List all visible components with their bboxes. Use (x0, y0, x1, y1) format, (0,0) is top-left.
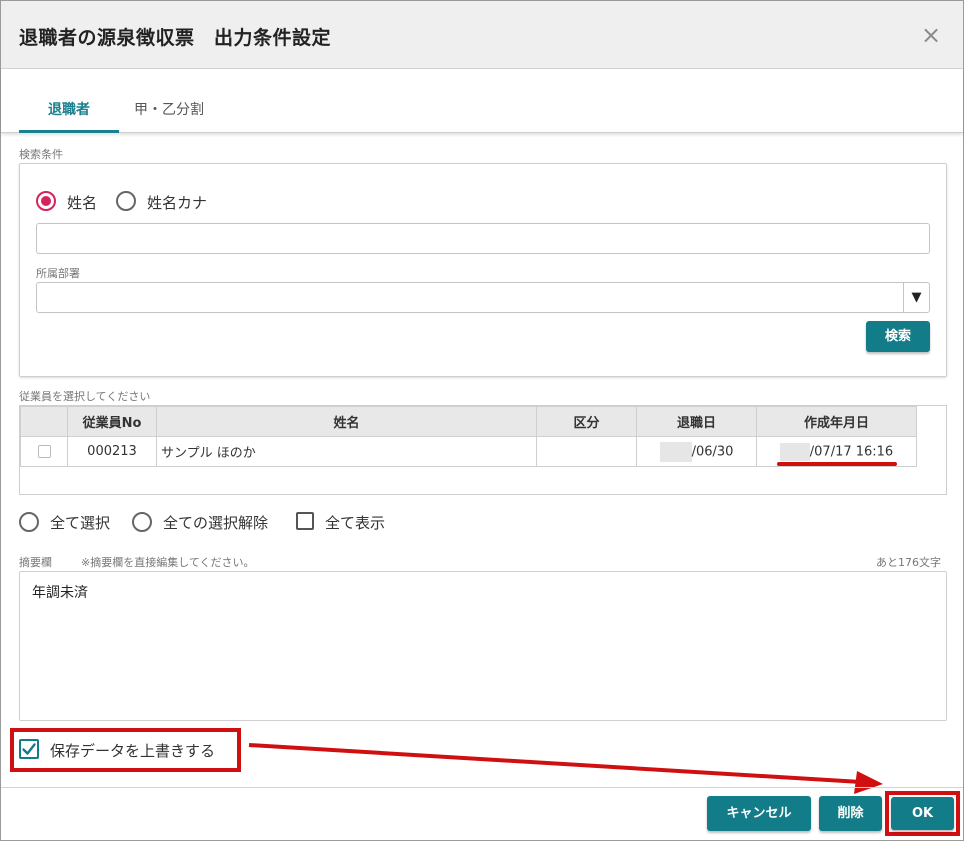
column-header-no: 従業員No (67, 406, 157, 437)
dept-select[interactable]: ▼ (36, 282, 930, 313)
select-all-label: 全て選択 (50, 514, 111, 532)
memo-label: 摘要欄 (19, 556, 52, 569)
checkmark-icon (22, 743, 36, 755)
row-checkbox[interactable] (37, 445, 51, 458)
column-header-retire-date: 退職日 (636, 406, 757, 437)
dialog-header: 退職者の源泉徴収票 出力条件設定 × (1, 1, 963, 69)
tab-retirees[interactable]: 退職者 (48, 99, 90, 119)
column-header-kubun: 区分 (536, 406, 637, 437)
search-button[interactable]: 検索 (866, 321, 930, 352)
redacted-year (659, 441, 692, 462)
row-retire-date: /06/30 (691, 444, 734, 459)
show-all-checkbox[interactable] (296, 512, 314, 530)
column-header-created: 作成年月日 (756, 406, 917, 437)
delete-button[interactable]: 削除 (819, 796, 882, 831)
row-kubun (536, 436, 637, 467)
tab-split[interactable]: 甲・乙分割 (134, 99, 204, 119)
active-tab-indicator (19, 130, 119, 133)
ok-button[interactable]: OK (891, 797, 954, 830)
employee-table: 従業員No 姓名 区分 退職日 作成年月日 000213 サンプル ほのか /0… (20, 406, 917, 467)
name-search-input[interactable] (36, 223, 930, 254)
memo-textarea[interactable]: 年調未済 (19, 571, 947, 721)
employee-table-container: 従業員No 姓名 区分 退職日 作成年月日 000213 サンプル ほのか /0… (19, 405, 947, 495)
row-retire-date-cell: /06/30 (636, 436, 757, 467)
dialog-title: 退職者の源泉徴収票 出力条件設定 (19, 27, 332, 49)
search-panel: 姓名 姓名カナ 所属部署 ▼ 検索 (19, 163, 947, 377)
radio-name[interactable] (36, 191, 56, 211)
cancel-button[interactable]: キャンセル (707, 796, 811, 831)
employee-section-label: 従業員を選択してください (19, 390, 151, 403)
show-all-label: 全て表示 (325, 514, 386, 532)
column-header-select (20, 406, 68, 437)
dialog: 退職者の源泉徴収票 出力条件設定 × 退職者 甲・乙分割 検索条件 姓名 姓名カ… (0, 0, 964, 841)
row-employee-name: サンプル ほのか (156, 436, 537, 467)
radio-name-label: 姓名 (67, 194, 98, 212)
memo-remaining-count: あと176文字 (876, 556, 941, 569)
row-created: /07/17 16:16 (809, 444, 894, 459)
memo-note: ※摘要欄を直接編集してください。 (81, 556, 255, 569)
overwrite-checkbox[interactable] (19, 739, 39, 759)
dept-label: 所属部署 (36, 267, 80, 280)
footer-divider (1, 787, 963, 788)
chevron-down-icon[interactable]: ▼ (903, 283, 929, 312)
redacted-year (779, 442, 810, 461)
radio-deselect-all[interactable] (132, 512, 152, 532)
row-select-cell (20, 436, 68, 467)
deselect-all-label: 全ての選択解除 (163, 514, 269, 532)
tab-bar: 退職者 甲・乙分割 (1, 69, 963, 133)
radio-select-all[interactable] (19, 512, 39, 532)
overwrite-label: 保存データを上書きする (50, 742, 216, 760)
created-date-underline (777, 462, 897, 466)
row-employee-no: 000213 (67, 436, 157, 467)
search-section-label: 検索条件 (19, 148, 63, 161)
radio-kana-label: 姓名カナ (147, 194, 208, 212)
column-header-name: 姓名 (156, 406, 537, 437)
close-icon[interactable]: × (917, 21, 945, 49)
radio-kana[interactable] (116, 191, 136, 211)
